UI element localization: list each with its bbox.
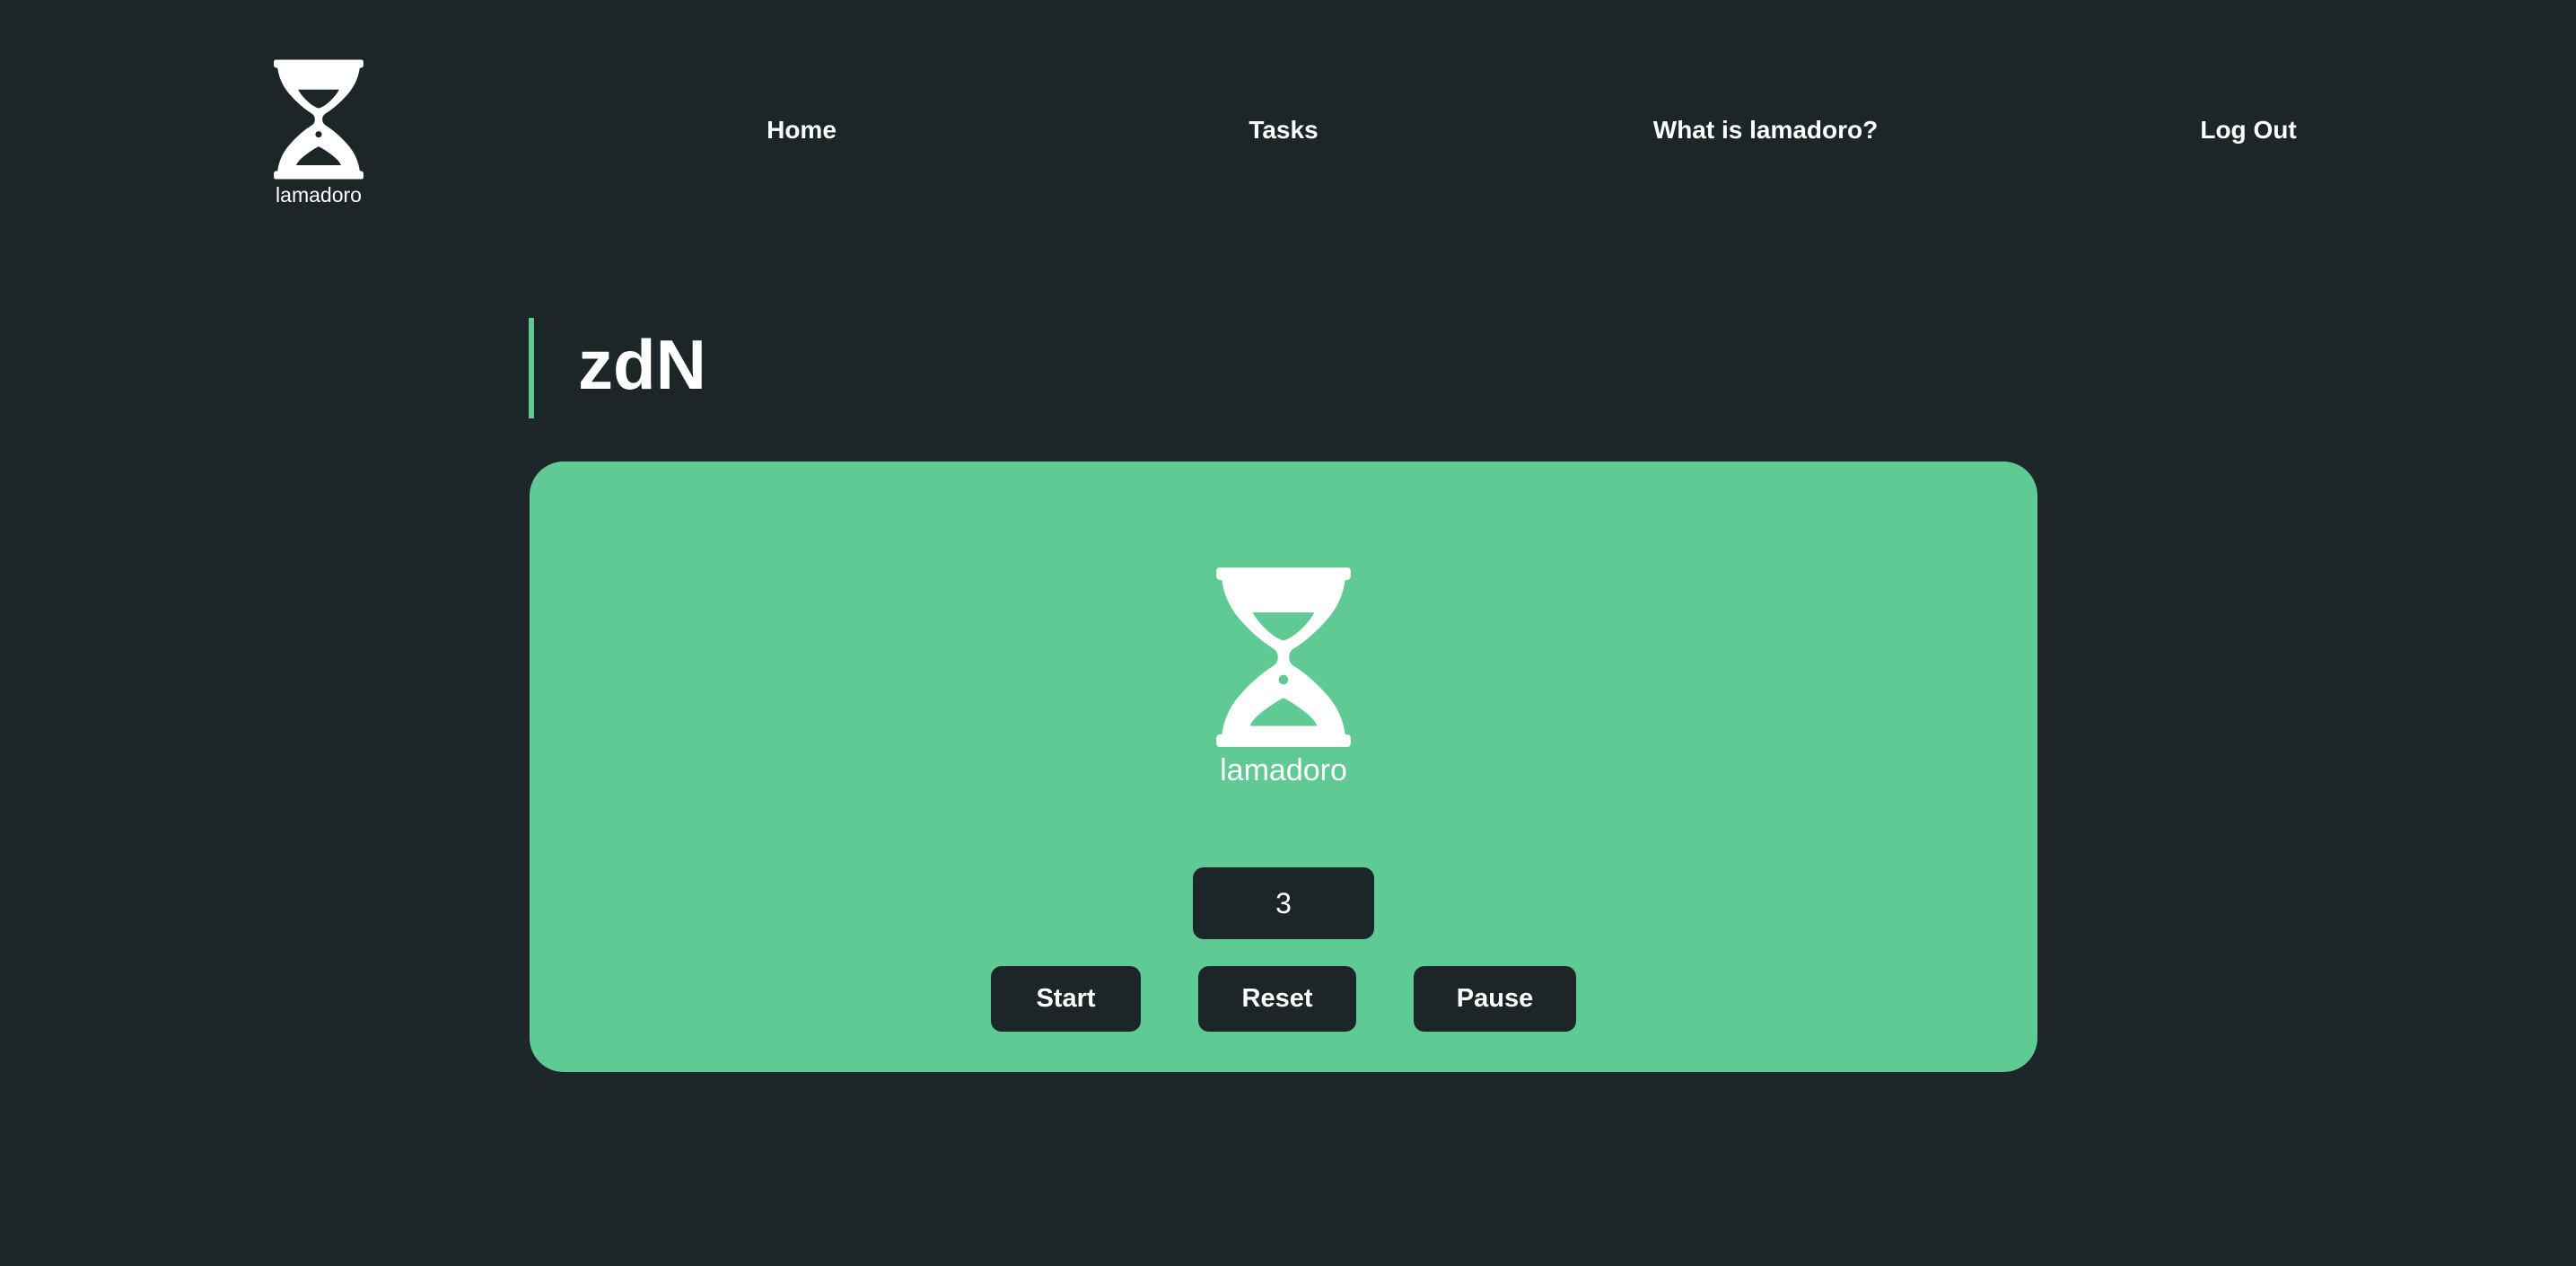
- hourglass-icon: [1216, 567, 1351, 747]
- start-button[interactable]: Start: [991, 966, 1141, 1032]
- nav-about-link[interactable]: What is lamadoro?: [1653, 115, 1878, 145]
- pause-button[interactable]: Pause: [1414, 966, 1576, 1032]
- nav-logout-link[interactable]: Log Out: [2200, 115, 2296, 145]
- reset-button[interactable]: Reset: [1198, 966, 1356, 1032]
- page: lamadoro Home Tasks What is lamadoro? Lo…: [0, 0, 2576, 1266]
- timer-card-brand-name: lamadoro: [1220, 753, 1347, 787]
- counter-input[interactable]: [1193, 867, 1374, 939]
- timer-card-brand: lamadoro: [1203, 564, 1364, 788]
- title-accent-bar: [529, 318, 534, 418]
- nav-home-link[interactable]: Home: [767, 115, 837, 145]
- brand-name: lamadoro: [276, 183, 362, 207]
- task-title: zdN: [578, 325, 706, 404]
- hourglass-icon: [274, 59, 364, 180]
- nav-tasks-link[interactable]: Tasks: [1249, 115, 1318, 145]
- header-brand[interactable]: lamadoro: [269, 57, 368, 207]
